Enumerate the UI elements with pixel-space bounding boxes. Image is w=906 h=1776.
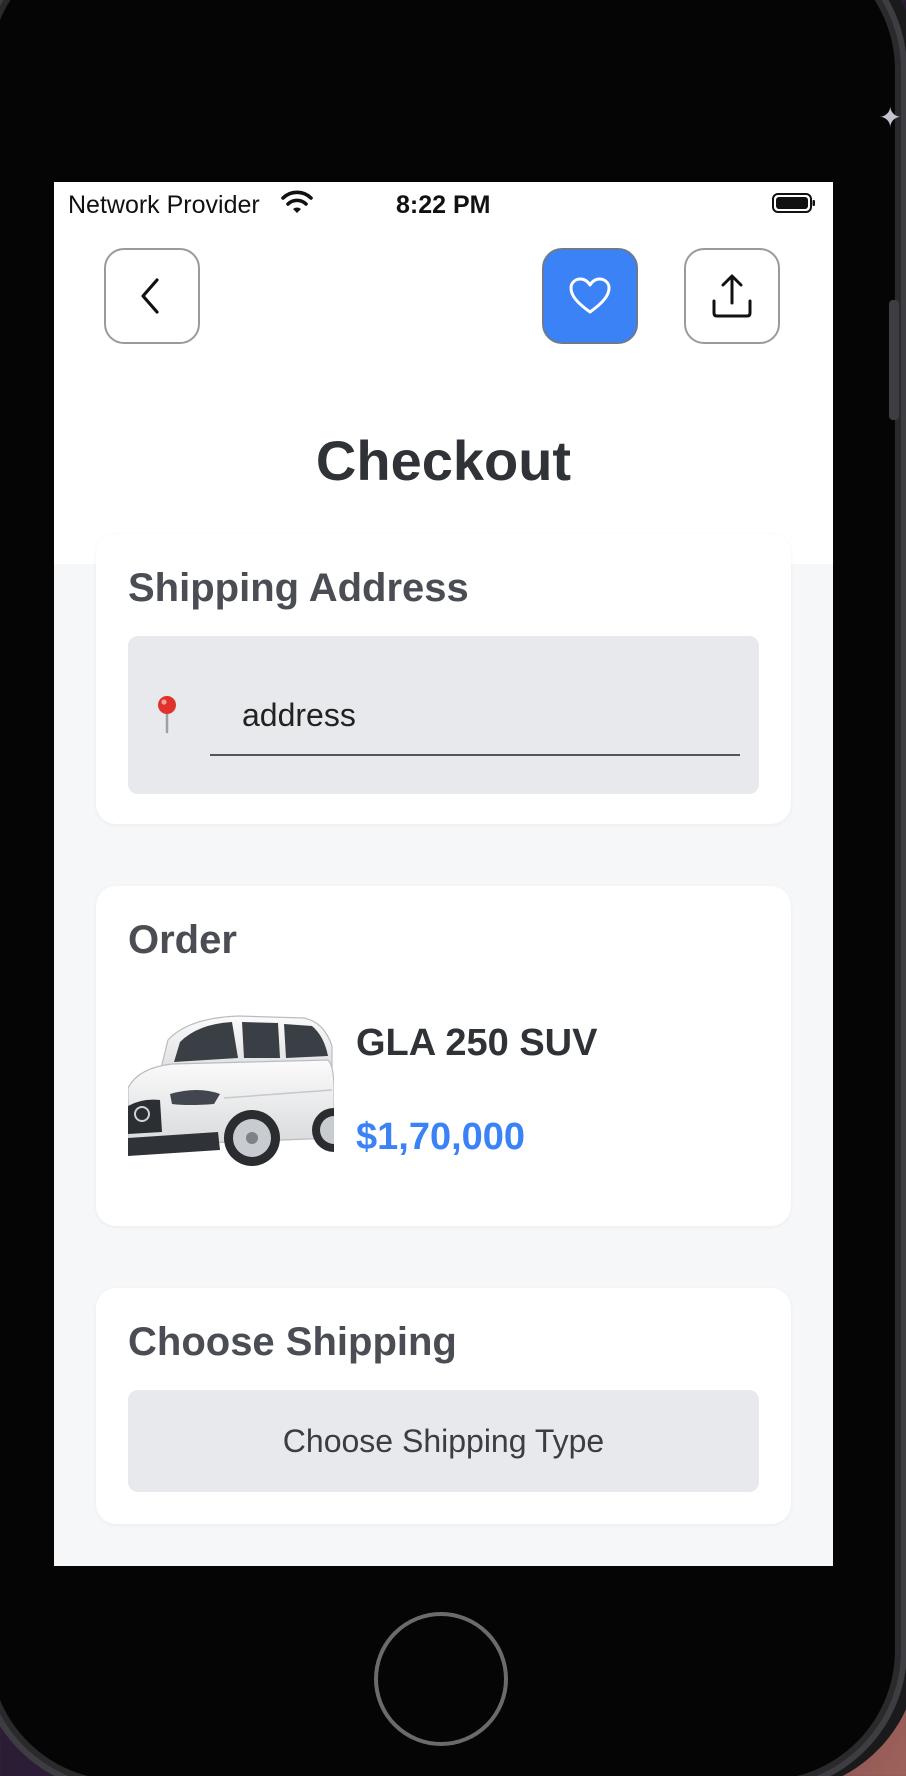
wifi-icon [281,190,313,213]
chevron-left-icon [141,278,159,314]
page-title: Checkout [315,429,572,492]
product-name: GLA 250 SUV [356,1022,598,1064]
shipping-address-title: Shipping Address [128,566,469,610]
order-card: Order GLA 250 SUV $1,70,000 [96,886,791,1226]
back-button[interactable] [104,248,200,344]
choose-shipping-title: Choose Shipping [128,1320,457,1364]
status-bar: Network Provider 8:22 PM [54,182,833,226]
side-button [889,300,899,420]
choose-shipping-type-button[interactable]: Choose Shipping Type [128,1390,759,1492]
status-time: 8:22 PM [396,191,491,219]
app-screen: Network Provider 8:22 PM Checkout Shippi… [54,182,833,1566]
home-button[interactable] [374,1612,508,1746]
share-icon [712,274,752,318]
map-pin-icon [158,696,176,734]
shipping-address-card: Shipping Address [96,534,791,824]
product-price: $1,70,000 [356,1116,526,1158]
address-field-container [128,636,759,794]
carrier-name: Network Provider [68,191,260,219]
choose-shipping-card: Choose Shipping Choose Shipping Type [96,1288,791,1524]
address-input[interactable] [210,676,740,756]
share-button[interactable] [684,248,780,344]
heart-icon [569,277,611,314]
favorite-button[interactable] [542,248,638,344]
order-title: Order [128,918,237,962]
sparkle-icon: ✦ [878,102,902,133]
battery-icon [772,193,815,213]
car-image [128,1010,334,1172]
